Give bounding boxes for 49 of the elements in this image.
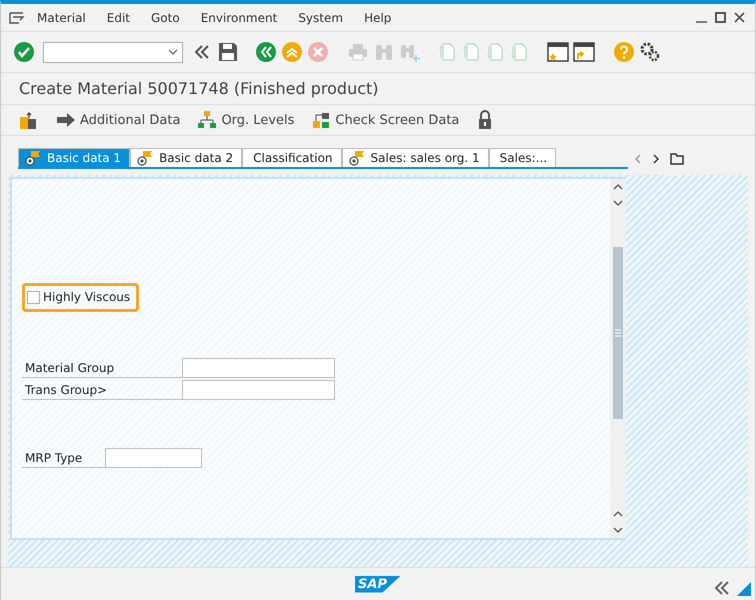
command-field[interactable] [43,42,183,62]
field-label: Material Group [22,361,182,378]
double-chevron-icon[interactable] [713,580,731,596]
tab[interactable]: Sales:... [488,148,556,167]
flag-icon [348,150,365,166]
scroll-left-icon[interactable] [634,154,642,164]
save-icon[interactable] [218,42,238,62]
back-icon[interactable] [256,42,276,62]
menu-icon[interactable] [9,12,25,24]
flag-icon [25,150,41,166]
tab[interactable]: Sales: sales org. 1 [342,148,489,167]
toolbar-button[interactable]: Org. Levels [198,111,294,129]
input-field[interactable] [105,448,202,468]
settings-icon[interactable] [639,41,661,63]
toolbar-button[interactable]: Additional Data [57,112,180,128]
menu-item[interactable]: Goto [151,10,180,24]
input-field[interactable] [182,380,335,400]
double-chevron-icon[interactable] [193,44,211,60]
scrollbar-thumb[interactable] [613,247,623,419]
tab[interactable]: Classification [242,148,342,167]
toolbar-button[interactable]: Check Screen Data [312,111,460,129]
menu-item[interactable]: Edit [106,10,130,24]
field-label: Trans Group> [22,383,182,400]
scroll-down-icon[interactable] [613,199,623,207]
arrow-right-icon [57,113,75,127]
menu-item[interactable]: Material [37,10,86,24]
maximize-icon[interactable] [715,12,726,23]
tab[interactable]: Basic data 2 [130,148,242,167]
menu-item[interactable]: Environment [200,10,278,24]
scroll-up-icon[interactable] [613,510,623,518]
check-icon[interactable] [14,42,34,62]
lock-icon[interactable] [477,110,494,130]
folder-icon[interactable] [670,152,684,164]
input-field[interactable] [182,358,335,378]
dropdown-icon[interactable] [168,49,178,55]
scroll-up-icon[interactable] [613,183,623,191]
scroll-down-icon[interactable] [613,526,623,534]
screen-title: Create Material 50071748 (Finished product) [1,73,755,105]
checkbox[interactable]: Highly Viscous [22,283,140,312]
menu-item[interactable]: Help [364,10,392,24]
close-icon[interactable] [734,12,745,23]
menu-item[interactable]: System [298,10,344,24]
scroll-right-icon[interactable] [652,154,660,164]
logo: SAP [355,576,401,592]
tab[interactable]: Basic data 1 [18,148,130,167]
boxes-icon[interactable] [19,110,39,130]
hierarchy-icon [198,111,216,129]
triangle-icon[interactable] [737,582,751,596]
flag-icon [137,150,154,166]
